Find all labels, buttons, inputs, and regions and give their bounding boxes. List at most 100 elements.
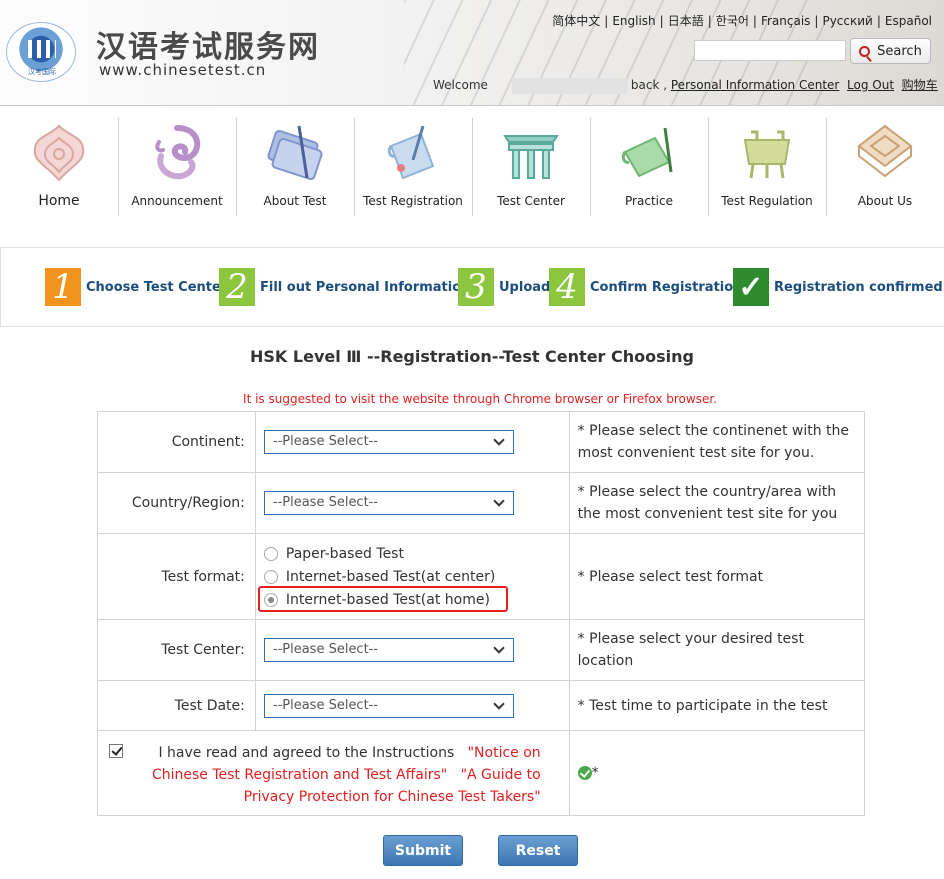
lang-es[interactable]: Español xyxy=(885,14,932,28)
test-center-label: Test Center: xyxy=(97,619,256,681)
nav-item-test-registration[interactable]: Test Registration xyxy=(354,114,472,218)
registration-steps: 1 Choose Test Center 2 Fill out Personal… xyxy=(0,247,944,327)
step-2-badge: 2 xyxy=(219,267,255,307)
chevron-down-icon xyxy=(493,495,505,507)
test-regulation-icon xyxy=(743,130,791,179)
highlight-box xyxy=(257,586,508,612)
country-hint: * Please select the country/area with th… xyxy=(568,472,866,534)
test-date-label: Test Date: xyxy=(97,680,256,731)
test-center-select-value: --Please Select-- xyxy=(272,642,379,657)
logout-link[interactable]: Log Out xyxy=(847,78,894,92)
country-select[interactable]: --Please Select-- xyxy=(263,491,514,515)
nav-label: Home xyxy=(38,193,80,209)
step-confirmed-check-icon: ✓ xyxy=(733,268,769,306)
home-icon xyxy=(33,124,85,182)
about-test-icon xyxy=(267,125,323,181)
redacted-username xyxy=(511,77,627,94)
search-icon xyxy=(859,45,871,57)
personal-center-link[interactable]: Personal Information Center xyxy=(671,78,840,92)
nav-label: Announcement xyxy=(131,194,223,208)
step-3-label: Upload xyxy=(499,280,551,295)
chevron-down-icon xyxy=(493,642,505,654)
test-format-label: Test format: xyxy=(97,533,256,620)
announcement-icon xyxy=(155,125,201,180)
welcome-back-text: back , xyxy=(630,78,668,92)
nav-label: Test Center xyxy=(497,194,565,208)
nav-item-practice[interactable]: Practice xyxy=(590,114,708,218)
nav-item-test-center[interactable]: Test Center xyxy=(472,114,590,218)
lang-en[interactable]: English xyxy=(612,14,655,28)
search-button[interactable]: Search xyxy=(850,38,931,64)
continent-select-value: --Please Select-- xyxy=(272,434,379,449)
nav-item-test-regulation[interactable]: Test Regulation xyxy=(708,114,826,218)
lang-zh[interactable]: 简体中文 xyxy=(552,14,600,28)
chevron-down-icon xyxy=(493,434,505,446)
language-switcher: 简体中文 | English | 日本語 | 한국어 | Français | Русский | Es… xyxy=(552,14,932,28)
continent-label: Continent: xyxy=(97,411,256,473)
practice-icon xyxy=(621,127,673,178)
logo-emblem-icon xyxy=(28,40,56,58)
chevron-down-icon xyxy=(493,697,505,710)
site-header: 汉考国际 汉语考试服务网 www.chinesetest.cn 简体中文 | Eng… xyxy=(0,0,944,106)
main-nav: Home Announcement About Test Test Regist… xyxy=(0,114,944,218)
lang-ru[interactable]: Русский xyxy=(822,14,872,28)
format-option-center[interactable]: Internet-based Test(at center) xyxy=(263,565,569,588)
agree-required-mark: * xyxy=(591,765,599,781)
test-format-hint: * Please select test format xyxy=(568,533,866,620)
test-center-icon xyxy=(503,135,559,179)
about-us-icon xyxy=(857,124,913,178)
page-title: HSK Level Ⅲ --Registration--Test Center … xyxy=(250,347,694,366)
reset-button[interactable]: Reset xyxy=(498,835,578,866)
format-option-home[interactable]: Internet-based Test(at home) xyxy=(257,586,569,612)
radio-button[interactable] xyxy=(263,546,278,561)
agree-checkbox[interactable] xyxy=(109,744,123,758)
nav-label: Practice xyxy=(625,194,673,208)
step-5-label: Registration confirmed xyxy=(774,280,943,295)
hanban-logo[interactable]: 汉考国际 xyxy=(6,22,76,82)
search-button-label: Search xyxy=(877,43,922,59)
nav-label: About Test xyxy=(263,194,327,208)
radio-button[interactable] xyxy=(263,569,278,584)
registration-form: Continent: --Please Select-- * Please se… xyxy=(97,411,866,816)
format-option-paper[interactable]: Paper-based Test xyxy=(263,542,569,565)
nav-label: About Us xyxy=(857,194,913,208)
test-registration-icon xyxy=(387,125,435,180)
step-4-label: Confirm Registration xyxy=(590,280,743,295)
logo-caption: 汉考国际 xyxy=(28,68,56,76)
cart-link[interactable]: 购物车 xyxy=(902,78,938,92)
site-title[interactable]: 汉语考试服务网 xyxy=(96,22,320,66)
test-center-hint: * Please select your desired test locati… xyxy=(568,619,866,681)
step-2-label: Fill out Personal Information xyxy=(260,280,471,295)
continent-select[interactable]: --Please Select-- xyxy=(263,430,514,454)
radio-button-selected[interactable] xyxy=(263,592,278,607)
lang-ko[interactable]: 한국어 xyxy=(716,14,749,28)
welcome-bar: Welcome back , Personal Information Cente… xyxy=(433,76,938,94)
nav-label: Test Registration xyxy=(363,194,463,208)
nav-item-home[interactable]: Home xyxy=(0,114,118,218)
lang-ja[interactable]: 日本語 xyxy=(668,14,704,28)
nav-item-announcement[interactable]: Announcement xyxy=(118,114,236,218)
browser-notice: It is suggested to visit the website thr… xyxy=(243,392,717,406)
format-option-label: Internet-based Test(at center) xyxy=(285,568,496,585)
check-circle-icon xyxy=(577,766,592,780)
test-date-select-value: --Please Select-- xyxy=(272,697,379,713)
test-date-hint: * Test time to participate in the test xyxy=(568,680,866,731)
country-select-value: --Please Select-- xyxy=(272,495,379,510)
step-1-badge: 1 xyxy=(45,267,81,307)
test-center-select[interactable]: --Please Select-- xyxy=(263,638,514,662)
country-label: Country/Region: xyxy=(97,472,256,534)
welcome-text: Welcome xyxy=(433,78,488,92)
nav-item-about-us[interactable]: About Us xyxy=(826,114,944,218)
nav-label: Test Regulation xyxy=(721,194,813,208)
nav-item-about-test[interactable]: About Test xyxy=(236,114,354,218)
search-input[interactable] xyxy=(694,40,846,61)
step-3-badge: 3 xyxy=(458,267,494,307)
step-4-badge: 4 xyxy=(549,267,585,307)
site-url: www.chinesetest.cn xyxy=(99,61,267,79)
step-1-label: Choose Test Center xyxy=(86,280,228,295)
lang-fr[interactable]: Français xyxy=(761,14,810,28)
format-option-label: Paper-based Test xyxy=(285,545,404,562)
submit-button[interactable]: Submit xyxy=(383,835,463,866)
agree-text: I have read and agreed to the Instructio… xyxy=(158,745,455,761)
test-date-select[interactable]: --Please Select-- xyxy=(263,693,514,718)
